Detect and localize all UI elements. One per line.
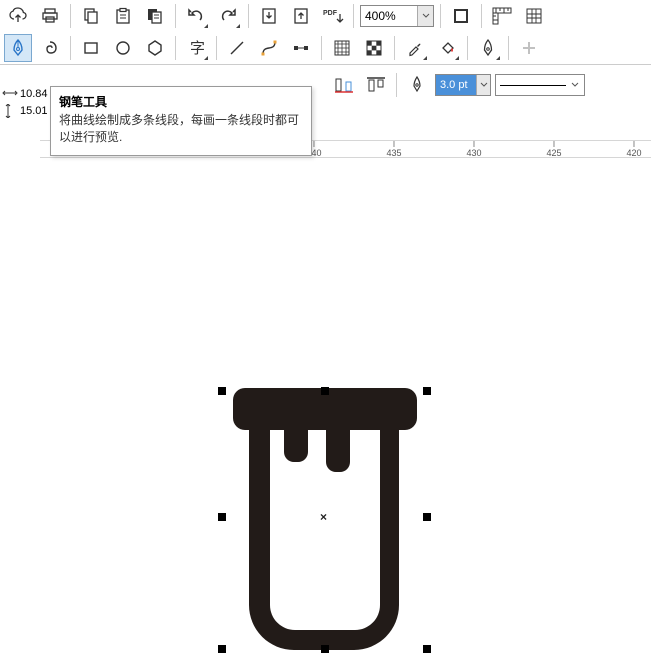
polygon-tool[interactable]: [141, 34, 169, 62]
zoom-level-input[interactable]: [360, 5, 434, 27]
stroke-width-control[interactable]: [435, 74, 491, 96]
export-button[interactable]: [287, 2, 315, 30]
eyedropper-tool[interactable]: [401, 34, 429, 62]
add-button[interactable]: [515, 34, 543, 62]
rectangle-tool[interactable]: [77, 34, 105, 62]
ruler-tick: 430: [466, 148, 481, 158]
spiral-tool[interactable]: [36, 34, 64, 62]
text-tool[interactable]: 字: [182, 34, 210, 62]
selection-handle[interactable]: [321, 387, 329, 395]
print-button[interactable]: [36, 2, 64, 30]
line-style-selector[interactable]: [495, 74, 585, 96]
import-button[interactable]: [255, 2, 283, 30]
bezier-tool[interactable]: [255, 34, 283, 62]
pen-tool[interactable]: [4, 34, 32, 62]
outline-pen-icon[interactable]: [403, 71, 431, 99]
height-icon: [2, 104, 18, 118]
tooltip-title: 钢笔工具: [59, 93, 303, 110]
paste-button[interactable]: [109, 2, 137, 30]
ruler-tick: 425: [546, 148, 561, 158]
fill-bucket-tool[interactable]: [433, 34, 461, 62]
tool-tooltip: 钢笔工具 将曲线绘制成多条线段，每画一条线段时都可以进行预览.: [50, 86, 312, 156]
svg-text:PDF: PDF: [323, 10, 338, 17]
svg-text:字: 字: [190, 40, 205, 57]
selection-handle[interactable]: [423, 513, 431, 521]
tooltip-description: 将曲线绘制成多条线段，每画一条线段时都可以进行预览.: [59, 112, 303, 147]
align-distribute-button[interactable]: [330, 71, 358, 99]
toolbar-main: PDF: [0, 0, 651, 32]
selection-handle[interactable]: [423, 645, 431, 653]
canvas[interactable]: ×: [0, 158, 651, 531]
pdf-export-button[interactable]: PDF: [319, 2, 347, 30]
redo-button[interactable]: [214, 2, 242, 30]
ruler-tick: 435: [386, 148, 401, 158]
ellipse-tool[interactable]: [109, 34, 137, 62]
selection-handle[interactable]: [218, 387, 226, 395]
line-tool[interactable]: [223, 34, 251, 62]
object-center-marker: ×: [320, 510, 327, 524]
cloud-upload-button[interactable]: [4, 2, 32, 30]
align-top-button[interactable]: [362, 71, 390, 99]
ruler-tick: 420: [626, 148, 641, 158]
stroke-width-field[interactable]: [436, 75, 476, 95]
node-edit-tool[interactable]: [287, 34, 315, 62]
pen-variant-tool[interactable]: [474, 34, 502, 62]
width-icon: [2, 87, 18, 101]
selection-handle[interactable]: [321, 645, 329, 653]
show-grid-button[interactable]: [520, 2, 548, 30]
stroke-width-dropdown[interactable]: [476, 75, 490, 95]
width-field[interactable]: [20, 86, 52, 102]
selection-handle[interactable]: [423, 387, 431, 395]
zoom-field[interactable]: [361, 6, 417, 26]
object-size-panel: [2, 86, 52, 119]
selection-handle[interactable]: [218, 645, 226, 653]
checker-fill-tool[interactable]: [360, 34, 388, 62]
pattern-fill-tool[interactable]: [328, 34, 356, 62]
toolbar-tools: 字: [0, 32, 651, 64]
undo-button[interactable]: [182, 2, 210, 30]
height-field[interactable]: [20, 103, 52, 119]
show-rulers-button[interactable]: [488, 2, 516, 30]
selection-handle[interactable]: [218, 513, 226, 521]
zoom-dropdown[interactable]: [417, 6, 433, 26]
copy-button[interactable]: [77, 2, 105, 30]
fullscreen-button[interactable]: [447, 2, 475, 30]
duplicate-button[interactable]: [141, 2, 169, 30]
